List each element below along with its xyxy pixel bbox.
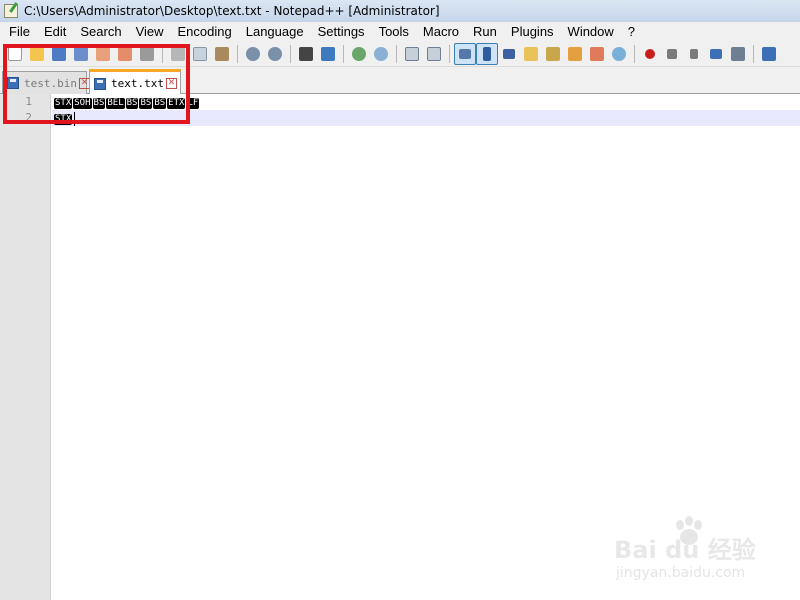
extra-toolbar-icon[interactable] [758, 43, 780, 65]
line-number-gutter: 1 2 [0, 94, 51, 600]
toolbar-separator [449, 44, 450, 63]
zoom-out-icon[interactable] [370, 43, 392, 65]
line-number: 1 [25, 95, 32, 108]
replace-icon[interactable] [317, 43, 339, 65]
control-char-token: SOH [73, 97, 92, 109]
saved-disk-icon [94, 77, 106, 90]
menu-edit[interactable]: Edit [37, 24, 73, 39]
tab-label: text.txt [111, 77, 164, 90]
menu-plugins[interactable]: Plugins [504, 24, 561, 39]
control-char-token: STX [54, 113, 73, 125]
stop-record-icon[interactable] [661, 43, 683, 65]
toolbar-separator [290, 44, 291, 63]
toolbar-separator [634, 44, 635, 63]
menu-macro[interactable]: Macro [416, 24, 466, 39]
save-icon[interactable] [48, 43, 70, 65]
window-title: C:\Users\Administrator\Desktop\text.txt … [24, 4, 440, 18]
save-all-icon[interactable] [70, 43, 92, 65]
indent-guide-icon[interactable] [498, 43, 520, 65]
zoom-in-icon[interactable] [348, 43, 370, 65]
control-char-token: BS [139, 97, 153, 109]
control-char-token: BS [125, 97, 139, 109]
folder-workspace-icon[interactable] [564, 43, 586, 65]
word-wrap-icon[interactable] [454, 42, 476, 65]
close-icon[interactable] [92, 43, 114, 65]
redo-icon[interactable] [264, 43, 286, 65]
find-icon[interactable] [295, 43, 317, 65]
toolbar [0, 41, 800, 67]
menu-run[interactable]: Run [466, 24, 504, 39]
menu-encoding[interactable]: Encoding [171, 24, 239, 39]
text-caret [74, 112, 76, 126]
print-icon[interactable] [136, 43, 158, 65]
code-line-1: STX SOH BS BEL BS BS BS ETX LF [54, 95, 200, 111]
menu-window[interactable]: Window [561, 24, 621, 39]
sync-horizontal-icon[interactable] [423, 43, 445, 65]
watermark-url: jingyan.baidu.com [616, 565, 746, 581]
control-char-token: BS [153, 97, 167, 109]
toolbar-separator [162, 44, 163, 63]
toolbar-separator [753, 44, 754, 63]
menu-file[interactable]: File [2, 24, 37, 39]
menu-view[interactable]: View [129, 24, 171, 39]
menu-help[interactable]: ? [621, 24, 642, 39]
control-char-token: STX [54, 97, 73, 109]
paste-icon[interactable] [211, 43, 233, 65]
new-file-icon[interactable] [4, 43, 26, 65]
run-macro-multiple-icon[interactable] [705, 43, 727, 65]
tab-label: test.bin [24, 76, 77, 90]
function-list-icon[interactable] [542, 43, 564, 65]
control-char-token: BS [92, 97, 106, 109]
control-char-token: ETX [167, 97, 186, 109]
toolbar-separator [237, 44, 238, 63]
line-number: 2 [25, 111, 32, 124]
baidu-jingyan-watermark: Bai du 经验 jingyan.baidu.com [614, 510, 784, 585]
save-macro-icon[interactable] [727, 43, 749, 65]
open-file-icon[interactable] [26, 43, 48, 65]
current-line-highlight [52, 110, 800, 126]
notepad-app-icon [4, 4, 18, 18]
undo-icon[interactable] [242, 43, 264, 65]
eye-icon[interactable] [608, 43, 630, 65]
tab-close-icon[interactable]: ✕ [165, 78, 177, 89]
menu-bar: File Edit Search View Encoding Language … [0, 22, 800, 41]
menu-settings[interactable]: Settings [311, 24, 372, 39]
sync-vertical-icon[interactable] [401, 43, 423, 65]
doc-map-icon[interactable] [520, 43, 542, 65]
control-char-token: LF [186, 97, 200, 109]
menu-search[interactable]: Search [73, 24, 128, 39]
menu-tools[interactable]: Tools [372, 24, 416, 39]
watermark-logo: Bai du 经验 [614, 536, 756, 564]
control-char-token: BEL [106, 97, 125, 109]
tab-test-bin[interactable]: test.bin ✕ [2, 71, 90, 94]
cut-icon[interactable] [167, 43, 189, 65]
tab-bar: test.bin ✕ text.txt ✕ [0, 67, 800, 95]
copy-icon[interactable] [189, 43, 211, 65]
monitoring-icon[interactable] [586, 43, 608, 65]
show-all-chars-icon[interactable] [476, 42, 498, 65]
record-macro-icon[interactable] [639, 43, 661, 65]
code-line-2: STX [54, 111, 76, 127]
title-bar: C:\Users\Administrator\Desktop\text.txt … [0, 0, 800, 22]
toolbar-separator [396, 44, 397, 63]
tab-text-txt[interactable]: text.txt ✕ [89, 69, 181, 95]
toolbar-separator [343, 44, 344, 63]
close-all-icon[interactable] [114, 43, 136, 65]
saved-disk-icon [7, 77, 19, 89]
play-macro-icon[interactable] [683, 43, 705, 65]
menu-language[interactable]: Language [239, 24, 311, 39]
